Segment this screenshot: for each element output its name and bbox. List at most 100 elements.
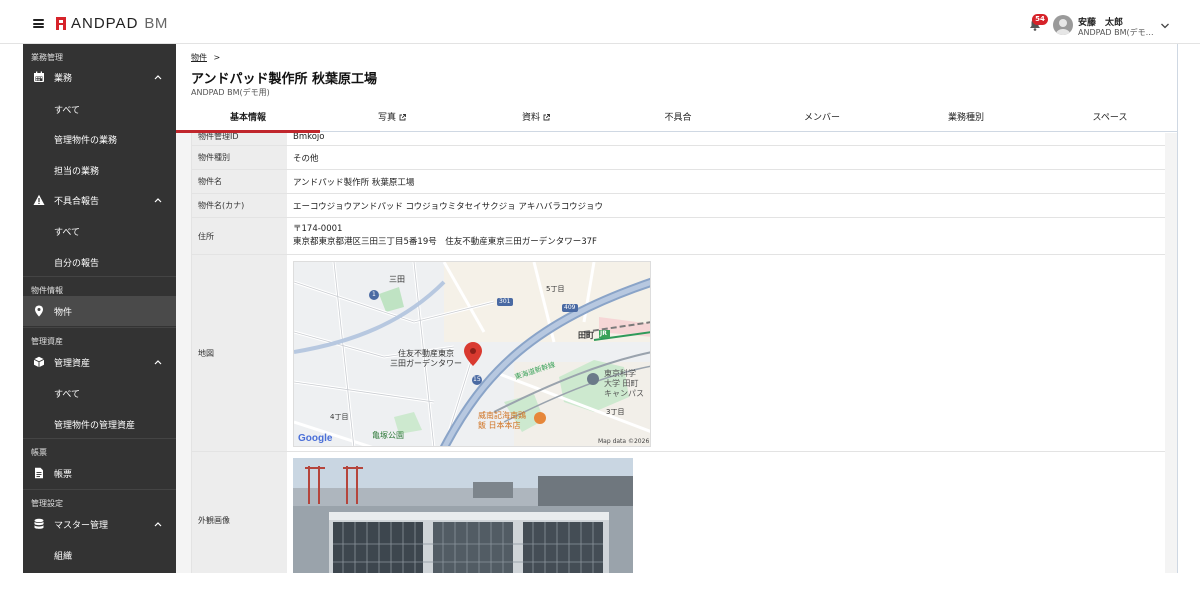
box-icon [33,356,45,368]
map-copyright: Map data ©2026 [598,438,650,445]
exterior-photo[interactable] [293,458,633,573]
sidebar-item-defect-all[interactable]: すべて [23,215,176,245]
sidebar-item-my-tasks[interactable]: 担当の業務 [23,154,176,184]
sidebar-item-organization[interactable]: 組織 [23,539,176,569]
field-value-property-name: アンドパッド製作所 秋葉原工場 [293,177,415,188]
tab-label: 業務種別 [947,113,984,123]
sidebar-item-label: すべて [54,106,81,116]
google-logo: Google [298,433,333,444]
map-label-4chome: 4丁目 [330,413,349,421]
field-label: 物件名(カナ) [192,194,287,217]
sidebar-item-label: マスター管理 [54,520,109,531]
sidebar-item-property[interactable]: 物件 [23,296,176,326]
tab-bar: 基本情報 写真 資料 不具合 メンバー 業務種別 スペース [176,106,1178,133]
sidebar-item-label: 管理物件の管理資産 [54,421,136,431]
menu-icon[interactable] [33,19,44,28]
map-route-1: 1 [372,291,376,298]
map-label-park: 亀塚公園 [372,431,404,440]
external-link-icon [543,114,550,121]
andpad-logo-icon [56,17,66,30]
sidebar-item-managed-property-assets[interactable]: 管理物件の管理資産 [23,408,176,438]
tab-basic-info[interactable]: 基本情報 [176,106,320,133]
map-label-tamachi: 田町 [578,331,594,340]
map-label-mita: 三田 [389,275,405,284]
chevron-up-icon[interactable] [154,74,162,80]
tab-label: 資料 [521,113,540,123]
logo-suffix: BM [144,15,168,32]
sidebar-divider [23,276,176,277]
property-detail-table: 物件管理ID Bmkojo 物件種別 その他 物件名 アンドパッド製作所 秋葉原… [191,133,1169,573]
map-route-301: 301 [499,298,511,305]
page-title: アンドパッド製作所 秋葉原工場 [191,72,378,87]
main-content: 物件 > アンドパッド製作所 秋葉原工場 ANDPAD BM(デモ用) 基本情報… [176,44,1178,573]
sidebar-item-label: 物件 [54,307,73,318]
map-label-3chome: 3丁目 [606,408,625,416]
breadcrumb-separator: > [213,53,221,62]
logo-text: ANDPAD [71,15,139,32]
sidebar-item-label: すべて [54,228,81,238]
tab-photos[interactable]: 写真 [320,106,464,132]
table-row: 物件名(カナ) エーコウジョウアンドパッド コウジョウミタセイサクジョ アキハバ… [192,194,1169,218]
chevron-up-icon[interactable] [154,359,162,365]
chevron-up-icon[interactable] [154,521,162,527]
chevron-down-icon[interactable] [1160,22,1170,30]
document-icon [35,467,43,479]
field-value-address: 〒174-0001 東京都東京都港区三田三丁目5番19号 住友不動産東京三田ガー… [287,218,1169,254]
field-value-property-id: Bmkojo [293,133,325,142]
sidebar-divider [23,438,176,439]
sidebar-item-defect-reports[interactable]: 不具合報告 [23,185,176,215]
map-pin-icon [35,305,43,317]
sidebar-item-label: 組織 [54,552,73,562]
sidebar-item-tasks-all[interactable]: すべて [23,93,176,123]
sidebar-item-assets-all[interactable]: すべて [23,377,176,407]
map-route-15: 15 [473,376,481,383]
tab-label: メンバー [803,113,840,123]
table-row: 外観画像 [192,452,1169,573]
table-row: 地図 住友不動産東京 三田ガーデンタワー 三田 5丁目 田町 JR 東海道新幹線… [192,255,1169,452]
tab-defects[interactable]: 不具合 [606,106,750,132]
tab-documents[interactable]: 資料 [464,106,608,132]
field-value-map: 住友不動産東京 三田ガーデンタワー 三田 5丁目 田町 JR 東海道新幹線 東京… [287,255,1169,451]
breadcrumb-link-property[interactable]: 物件 [191,53,207,62]
map-label-5chome: 5丁目 [546,285,565,293]
field-value-photo [287,452,1169,573]
sidebar-item-managed-assets[interactable]: 管理資産 [23,347,176,377]
tab-task-types[interactable]: 業務種別 [894,106,1038,132]
table-row: 物件名 アンドパッド製作所 秋葉原工場 [192,170,1169,194]
sidebar-divider [23,327,176,328]
section-label-managed-assets: 管理資産 [31,337,63,346]
avatar[interactable] [1053,15,1073,35]
map-route-409: 409 [564,304,576,311]
map-label-jr: JR [600,330,607,337]
map-label-univ-3: キャンパス [604,389,644,398]
table-row: 物件種別 その他 [192,146,1169,170]
property-map[interactable]: 住友不動産東京 三田ガーデンタワー 三田 5丁目 田町 JR 東海道新幹線 東京… [293,261,651,447]
tab-members[interactable]: メンバー [750,106,894,132]
sidebar-item-label: 自分の報告 [54,259,100,269]
chevron-up-icon[interactable] [154,197,162,203]
tab-spaces[interactable]: スペース [1038,106,1182,132]
sidebar-item-tasks[interactable]: 業務 [23,62,176,92]
field-value-property-kana: エーコウジョウアンドパッド コウジョウミタセイサクジョ アキハバラコウジョウ [293,201,604,212]
top-bar: ANDPAD BM 54 安藤 太郎 ANDPAD BM(デモ… [0,0,1200,44]
tab-label: 不具合 [664,113,692,123]
sidebar-item-label: 不具合報告 [54,196,100,207]
sidebar-item-forms[interactable]: 帳票 [23,458,176,488]
sidebar-item-label: すべて [54,390,81,400]
user-icon [1056,19,1070,35]
field-label: 住所 [192,218,287,254]
app-logo[interactable]: ANDPAD BM [56,15,168,32]
building-photo-image [293,458,633,573]
sidebar-item-managed-tasks[interactable]: 管理物件の業務 [23,123,176,153]
section-label-property-info: 物件情報 [31,286,63,295]
field-label: 物件管理ID [192,133,287,145]
detail-panel: 物件管理ID Bmkojo 物件種別 その他 物件名 アンドパッド製作所 秋葉原… [176,133,1178,573]
database-icon [34,518,44,529]
map-label-pin-2: 三田ガーデンタワー [390,359,462,368]
sidebar-item-master[interactable]: マスター管理 [23,509,176,539]
tab-label: スペース [1092,113,1128,123]
sidebar-item-my-reports[interactable]: 自分の報告 [23,246,176,276]
field-label: 外観画像 [192,452,287,573]
sidebar-divider [23,489,176,490]
field-label: 地図 [192,255,287,451]
